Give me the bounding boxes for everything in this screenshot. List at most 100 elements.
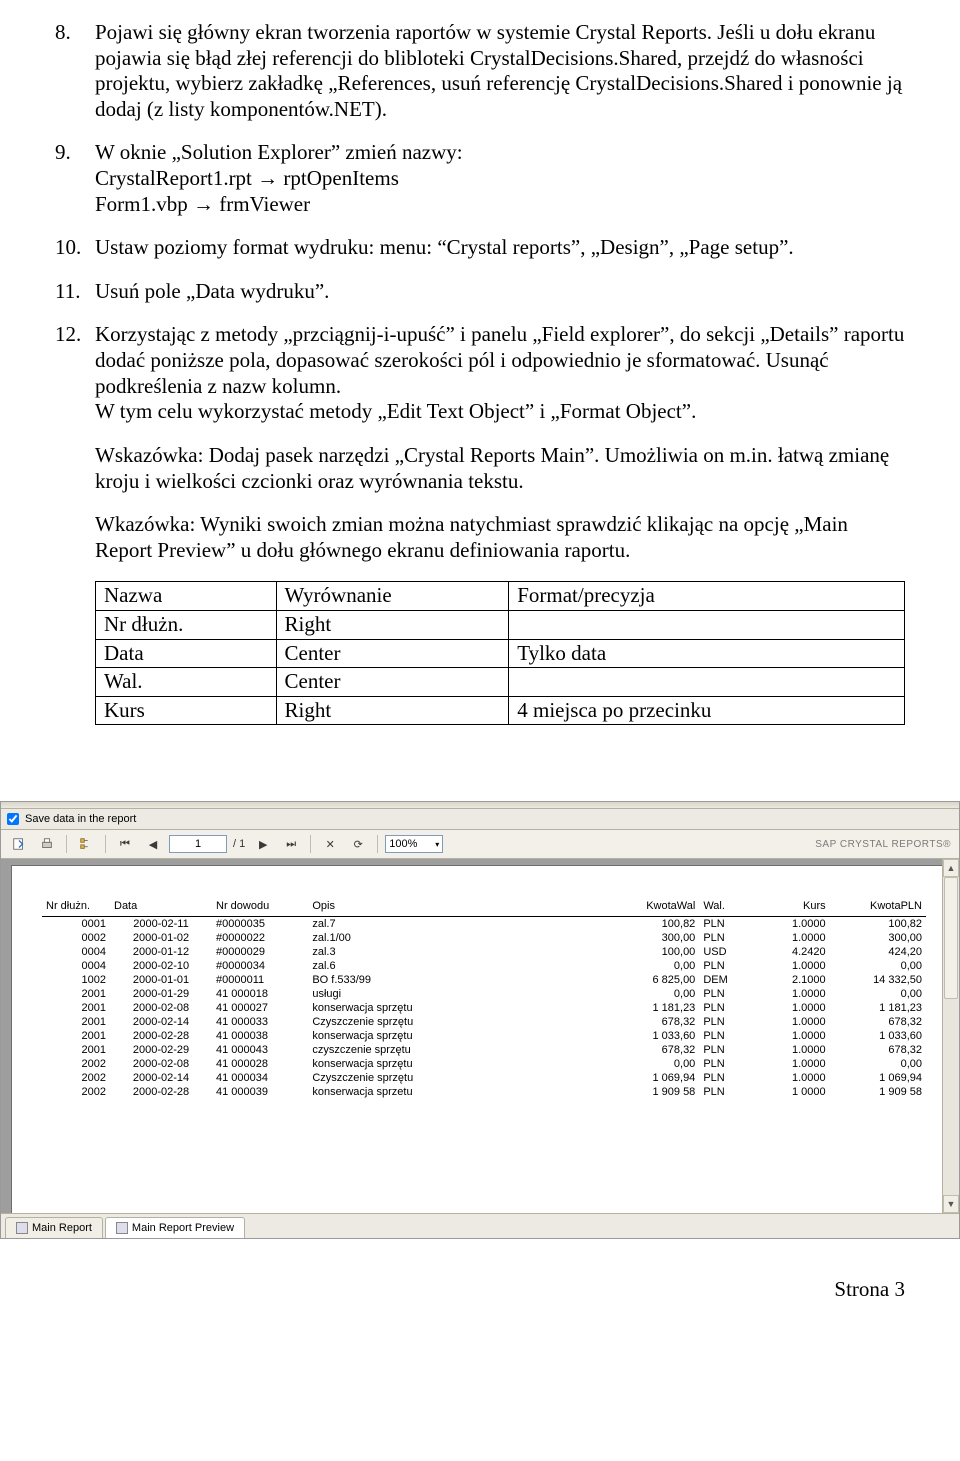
export-icon[interactable] [7,833,31,855]
table-cell: 0002 [42,931,110,945]
table-cell: USD [699,945,756,959]
table-cell: 2000-02-14 [110,1071,212,1085]
col-header: KwotaPLN [830,898,926,914]
design-cell: Right [276,696,509,725]
scroll-down-icon[interactable]: ▼ [943,1195,959,1213]
report-table: Nr dłużn. Data Nr dowodu Opis KwotaWal W… [42,898,926,1099]
table-cell: 14 332,50 [830,973,926,987]
print-icon[interactable] [35,833,59,855]
tip-1: Wskazówka: Dodaj pasek narzędzi „Crystal… [95,443,905,494]
nav-last-icon[interactable]: ⏭ [279,833,303,855]
table-row: 00042000-02-10#0000034zal.60,00PLN1.0000… [42,959,926,973]
table-cell: PLN [699,959,756,973]
tab-icon [16,1222,28,1234]
table-cell: #0000035 [212,917,308,932]
table-cell: PLN [699,1057,756,1071]
list-item-11: 11. Usuń pole „Data wydruku”. [55,279,905,305]
table-cell: 1 069,94 [830,1071,926,1085]
brand-label: SAP CRYSTAL REPORTS® [815,839,951,850]
table-cell: 1 069,94 [603,1071,699,1085]
zoom-select[interactable]: 100% ▾ [385,835,443,853]
table-cell: 1.0000 [756,1071,830,1085]
nav-next-icon[interactable]: ▶ [251,833,275,855]
page-footer: Strona 3 [0,1239,960,1302]
scroll-thumb[interactable] [944,877,958,999]
design-header: Format/precyzja [509,582,905,611]
toolbar-separator [66,835,67,853]
table-cell: 0,00 [830,1057,926,1071]
table-cell: 1.0000 [756,987,830,1001]
scroll-up-icon[interactable]: ▲ [943,859,959,877]
tab-label: Main Report [32,1222,92,1234]
item-number: 12. [55,322,81,348]
table-row: 20012000-02-2841 000038konserwacja sprzę… [42,1029,926,1043]
page-total-label: / 1 [231,838,247,850]
tab-icon [116,1222,128,1234]
toolbar-separator [105,835,106,853]
table-cell: zal.3 [308,945,603,959]
table-cell: 2000-02-29 [110,1043,212,1057]
design-cell: Wal. [96,668,277,697]
design-cell: Center [276,668,509,697]
table-cell: 1.0000 [756,959,830,973]
table-cell: 2000-01-02 [110,931,212,945]
table-cell: 0,00 [603,987,699,1001]
design-cell: Data [96,639,277,668]
col-header: Opis [308,898,603,914]
table-cell: 0,00 [603,959,699,973]
page-number-input[interactable] [169,835,227,853]
table-cell: PLN [699,931,756,945]
table-cell: 0001 [42,917,110,932]
item-number: 8. [55,20,71,46]
table-cell: 2001 [42,1001,110,1015]
zoom-value: 100% [389,838,417,850]
nav-first-icon[interactable]: ⏮ [113,833,137,855]
tree-icon[interactable] [74,833,98,855]
tab-main-report-preview[interactable]: Main Report Preview [105,1217,245,1238]
table-cell: 6 825,00 [603,973,699,987]
table-cell: 2001 [42,1029,110,1043]
table-cell: 2002 [42,1071,110,1085]
table-cell: PLN [699,1029,756,1043]
table-cell: 2000-01-29 [110,987,212,1001]
table-cell: 300,00 [603,931,699,945]
table-cell: 2000-02-08 [110,1001,212,1015]
design-cell: Tylko data [509,639,905,668]
table-cell: PLN [699,987,756,1001]
table-cell: 0,00 [830,959,926,973]
table-cell: 41 000028 [212,1057,308,1071]
item-text: Usuń pole „Data wydruku”. [95,279,329,303]
table-cell: 41 000027 [212,1001,308,1015]
table-cell: 1.0000 [756,931,830,945]
table-cell: 1 181,23 [603,1001,699,1015]
table-cell: DEM [699,973,756,987]
vertical-scrollbar[interactable]: ▲ ▼ [942,859,959,1213]
table-cell: 1002 [42,973,110,987]
refresh-icon[interactable]: ⟳ [346,833,370,855]
nav-prev-icon[interactable]: ◀ [141,833,165,855]
table-cell: 41 000043 [212,1043,308,1057]
design-header: Nazwa [96,582,277,611]
item-text: W oknie „Solution Explorer” zmień nazwy:… [95,140,463,215]
table-cell: 41 000038 [212,1029,308,1043]
table-cell: #0000029 [212,945,308,959]
table-row: 20022000-02-0841 000028konserwacja sprzę… [42,1057,926,1071]
table-cell: 1 033,60 [830,1029,926,1043]
table-cell: 41 000018 [212,987,308,1001]
tab-main-report[interactable]: Main Report [5,1217,103,1238]
stop-icon[interactable]: ✕ [318,833,342,855]
table-cell: 2.1000 [756,973,830,987]
save-data-checkbox[interactable] [7,813,19,825]
save-data-bar: Save data in the report [1,809,959,830]
col-header: KwotaWal [603,898,699,914]
table-cell: 1.0000 [756,917,830,932]
item-number: 9. [55,140,71,166]
table-row: 00022000-01-02#0000022zal.1/00300,00PLN1… [42,931,926,945]
table-row: 20022000-02-1441 000034Czyszczenie sprzę… [42,1071,926,1085]
table-cell: 0004 [42,945,110,959]
item-text: Ustaw poziomy format wydruku: menu: “Cry… [95,235,794,259]
table-row: 20012000-02-1441 000033Czyszczenie sprzę… [42,1015,926,1029]
table-cell: 1 181,23 [830,1001,926,1015]
table-cell: 2001 [42,1043,110,1057]
table-cell: 300,00 [830,931,926,945]
